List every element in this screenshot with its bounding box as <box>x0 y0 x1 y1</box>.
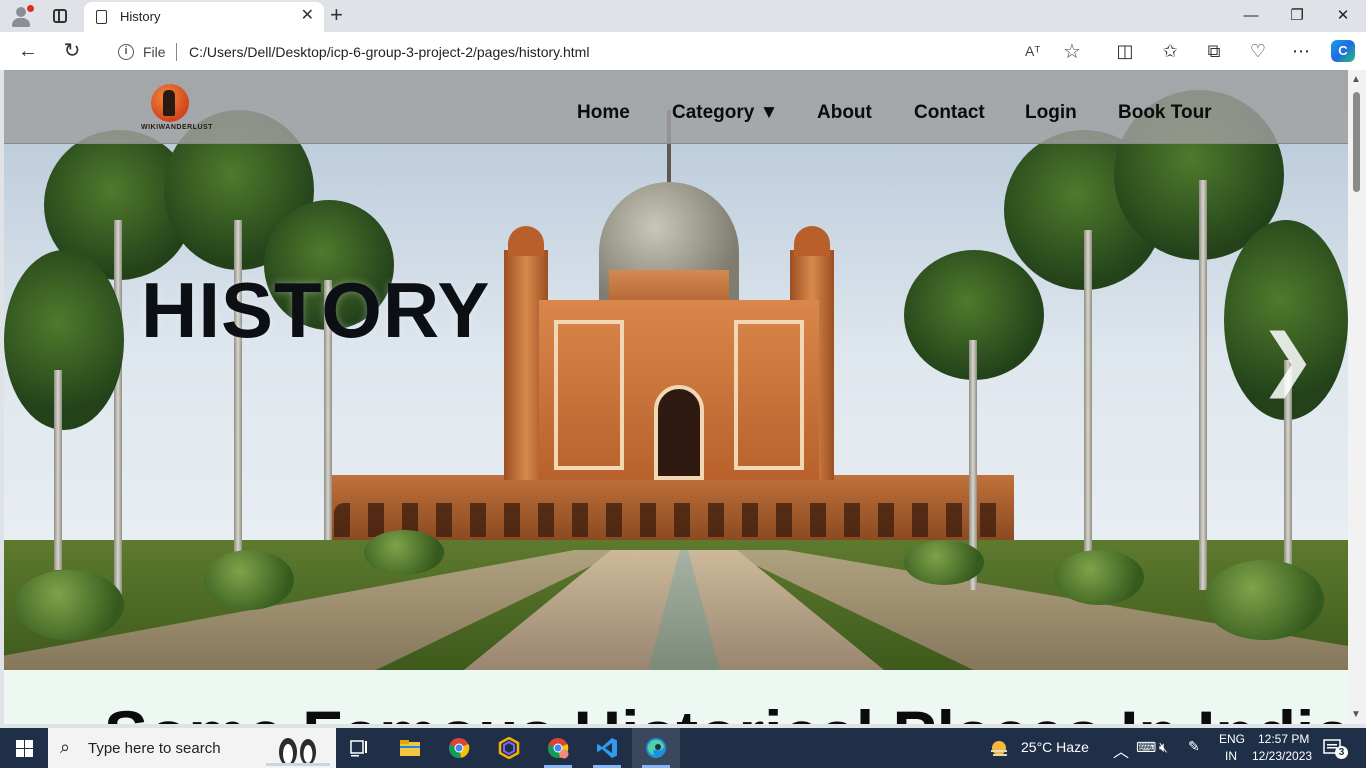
browser-essentials-icon[interactable]: ♡ <box>1246 40 1270 62</box>
url-text[interactable]: C:/Users/Dell/Desktop/icp-6-group-3-proj… <box>189 44 589 60</box>
more-options-icon[interactable]: ⋯ <box>1289 40 1313 62</box>
scroll-down-icon[interactable]: ▼ <box>1351 709 1361 720</box>
weather-icon[interactable] <box>988 737 1010 759</box>
file-label: File <box>143 44 166 60</box>
tab-bar: History ✕ + — ❐ ✕ <box>0 0 1366 32</box>
notification-icon[interactable]: 3 <box>1322 738 1348 760</box>
browser-tab[interactable]: History ✕ <box>84 2 324 32</box>
info-icon[interactable]: i <box>118 44 134 60</box>
close-tab-icon[interactable]: ✕ <box>301 7 314 25</box>
nav-contact[interactable]: Contact <box>914 102 985 124</box>
show-hidden-icons-icon[interactable]: ︿ <box>1113 738 1129 768</box>
taskbar-search[interactable]: ⌕ Type here to search <box>48 728 336 768</box>
close-window-icon[interactable]: ✕ <box>1320 0 1366 32</box>
scroll-up-icon[interactable]: ▲ <box>1351 74 1361 85</box>
vscode-icon[interactable] <box>583 728 631 768</box>
page-scrollbar[interactable]: ▲ ▼ <box>1348 70 1366 724</box>
back-icon[interactable]: ← <box>17 40 39 62</box>
nav-home[interactable]: Home <box>577 102 630 124</box>
tab-actions-icon[interactable] <box>50 6 70 26</box>
collections-icon[interactable]: ⧉ <box>1202 40 1226 62</box>
refresh-icon[interactable]: ↻ <box>61 40 83 62</box>
tab-title: History <box>120 9 161 24</box>
site-navbar: WIKIWANDERLUST Home Category ▼ About Con… <box>4 70 1348 144</box>
chrome-profile-icon[interactable] <box>534 728 582 768</box>
url-field[interactable]: i File C:/Users/Dell/Desktop/icp-6-group… <box>100 36 1098 66</box>
windows-taskbar: ⌕ Type here to search 25°C Haze ︿ ⌨ 🔇︎ ✎… <box>0 728 1366 768</box>
clock-date[interactable]: 12/23/2023 <box>1252 749 1312 768</box>
nav-login[interactable]: Login <box>1025 102 1077 124</box>
profile-icon[interactable] <box>8 4 34 28</box>
page-icon <box>96 10 107 24</box>
search-placeholder: Type here to search <box>88 740 221 757</box>
favorites-icon[interactable]: ✩ <box>1158 40 1182 62</box>
nav-about[interactable]: About <box>817 102 872 124</box>
weather-text[interactable]: 25°C Haze <box>1021 739 1089 768</box>
edge-icon[interactable] <box>632 728 680 768</box>
nav-category[interactable]: Category ▼ <box>672 102 778 124</box>
nav-book-tour[interactable]: Book Tour <box>1118 102 1212 124</box>
volume-muted-icon[interactable]: 🔇︎ <box>1159 739 1168 768</box>
logo-text: WIKIWANDERLUST <box>141 124 213 131</box>
pen-icon[interactable]: ✎ <box>1188 738 1200 768</box>
new-tab-icon[interactable]: + <box>330 4 343 26</box>
carousel-next-icon[interactable]: ❯ <box>1259 325 1316 393</box>
split-screen-icon[interactable]: ◫ <box>1113 40 1137 62</box>
language-bottom[interactable]: IN <box>1225 749 1237 768</box>
site-logo[interactable]: WIKIWANDERLUST <box>141 82 213 138</box>
penguins-illustration-icon <box>266 738 330 766</box>
url-divider <box>176 43 177 61</box>
minimize-icon[interactable]: — <box>1228 0 1274 32</box>
scrollbar-thumb[interactable] <box>1353 92 1360 192</box>
polygon-app-icon[interactable] <box>485 728 533 768</box>
task-view-icon[interactable] <box>336 728 384 768</box>
chrome-icon[interactable] <box>435 728 483 768</box>
restore-icon[interactable]: ❐ <box>1274 0 1320 32</box>
favorite-star-icon[interactable]: ☆ <box>1063 39 1081 64</box>
copilot-icon[interactable]: C <box>1331 40 1355 62</box>
section-title: Some Famous Historical Places In India <box>104 696 1348 724</box>
windows-start-icon[interactable] <box>0 728 48 768</box>
address-bar: ← ↻ i File C:/Users/Dell/Desktop/icp-6-g… <box>0 32 1366 70</box>
page-viewport: HISTORY ❯ WIKIWANDERLUST Home Category ▼… <box>4 70 1348 724</box>
hero-title: HISTORY <box>141 266 491 354</box>
read-aloud-icon[interactable]: Aᵀ <box>1025 43 1040 59</box>
notification-count: 3 <box>1335 746 1348 759</box>
file-explorer-icon[interactable] <box>386 728 434 768</box>
search-icon: ⌕ <box>60 737 71 757</box>
network-icon[interactable]: ⌨ <box>1136 739 1156 768</box>
hero-banner-image: HISTORY ❯ <box>4 70 1348 670</box>
